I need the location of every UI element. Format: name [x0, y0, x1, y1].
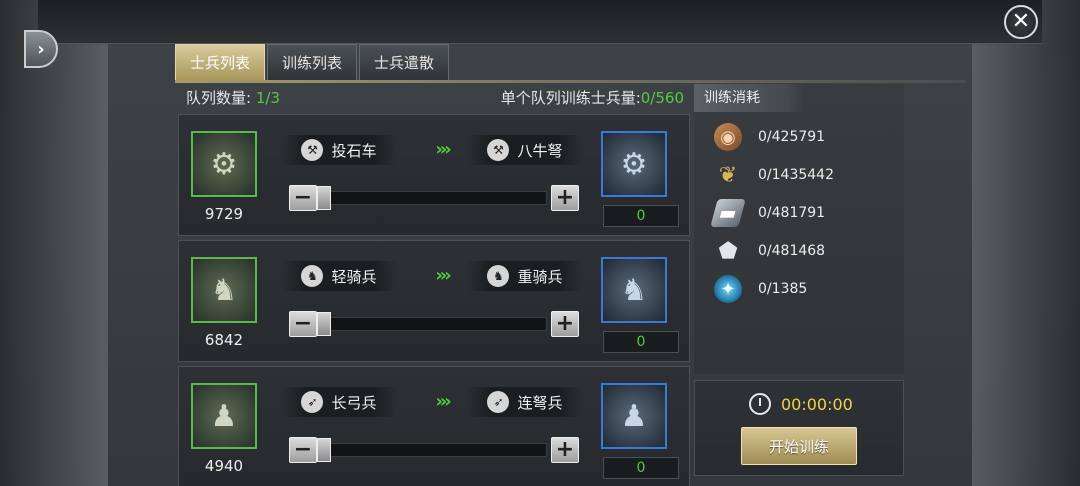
close-icon: ✕	[1011, 9, 1031, 34]
cavalry-type-icon: ♞	[487, 265, 510, 287]
stone-icon: ⬟	[718, 238, 738, 264]
cost-title: 训练消耗	[694, 84, 804, 112]
source-unit-count: 6842	[204, 331, 244, 349]
tab-underline	[175, 80, 965, 83]
decrease-button[interactable]: −	[289, 437, 317, 463]
slider-track[interactable]	[319, 191, 547, 205]
per-queue-label: 单个队列训练士兵量:	[500, 88, 641, 107]
source-unit-label: 投石车	[331, 141, 377, 160]
increase-button[interactable]: +	[551, 185, 579, 211]
cavalry-type-icon: ♞	[301, 265, 324, 287]
per-queue-count: 单个队列训练士兵量:0/560	[501, 87, 684, 108]
quantity-slider[interactable]: − +	[289, 437, 579, 465]
tab-training-list[interactable]: 训练列表	[267, 44, 358, 80]
upgrade-row-archer: ♟ 4940 ➶ 长弓兵 ››› ➶ 连弩兵 ♟ − + 0	[178, 366, 690, 486]
quantity-slider[interactable]: − +	[289, 311, 579, 339]
cost-item-wood: ◉ 0/425791	[714, 122, 825, 152]
top-banner	[38, 0, 1042, 44]
cost-item-grain: ❦ 0/1435442	[714, 160, 834, 190]
tab-soldier-list[interactable]: 士兵列表	[175, 44, 266, 80]
upgrade-row-siege: ⚙ 9729 ⚒ 投石车 ››› ⚒ 八牛弩 ⚙ − + 0	[178, 114, 690, 236]
increase-button[interactable]: +	[551, 437, 579, 463]
wood-icon: ◉	[714, 123, 742, 151]
slider-track[interactable]	[319, 317, 547, 331]
target-unit-name: ♞ 重骑兵	[467, 261, 583, 291]
source-unit-count: 4940	[204, 457, 244, 475]
iron-icon: ▬	[710, 199, 746, 227]
source-unit-name: ➶ 长弓兵	[281, 387, 397, 417]
grain-icon: ❦	[718, 162, 738, 188]
catapult-icon[interactable]: ⚙	[191, 131, 257, 197]
tab-bar: 士兵列表 训练列表 士兵遣散	[175, 44, 450, 80]
source-unit-label: 轻骑兵	[331, 267, 377, 286]
cost-value: 0/1435442	[758, 167, 834, 183]
target-unit-name: ➶ 连弩兵	[467, 387, 583, 417]
cost-value: 0/481791	[758, 205, 826, 221]
start-training-button[interactable]: 开始训练	[741, 427, 857, 465]
queue-count-value: 1/3	[255, 88, 280, 107]
decrease-button[interactable]: −	[289, 311, 317, 337]
target-unit-label: 连弩兵	[517, 393, 563, 412]
ballista-icon[interactable]: ⚙	[601, 131, 667, 197]
quantity-slider[interactable]: − +	[289, 185, 579, 213]
clock-icon	[749, 393, 771, 415]
upgrade-arrows-icon: ›››	[435, 391, 451, 412]
target-unit-label: 八牛弩	[517, 141, 563, 160]
close-button[interactable]: ✕	[1004, 5, 1038, 39]
cost-item-gem: ✦ 0/1385	[714, 274, 807, 304]
archer-type-icon: ➶	[301, 391, 324, 413]
slider-thumb[interactable]	[317, 312, 331, 336]
cost-value: 0/1385	[758, 281, 808, 297]
training-timer: 00:00:00	[749, 393, 853, 415]
crossbowman-icon[interactable]: ♟	[601, 383, 667, 449]
queue-count: 队列数量: 1/3	[186, 87, 280, 108]
source-unit-count: 9729	[204, 205, 244, 223]
training-cost-panel: 训练消耗 ◉ 0/425791 ❦ 0/1435442 ▬ 0/481791 ⬟…	[694, 84, 904, 374]
tab-soldier-dismiss[interactable]: 士兵遣散	[359, 44, 450, 80]
slider-thumb[interactable]	[317, 186, 331, 210]
cost-item-stone: ⬟ 0/481468	[714, 236, 825, 266]
decrease-button[interactable]: −	[289, 185, 317, 211]
longbowman-icon[interactable]: ♟	[191, 383, 257, 449]
source-unit-name: ⚒ 投石车	[281, 135, 397, 165]
queue-count-label: 队列数量:	[186, 88, 252, 107]
target-unit-name: ⚒ 八牛弩	[467, 135, 583, 165]
quantity-input[interactable]: 0	[603, 205, 679, 227]
quantity-input[interactable]: 0	[603, 331, 679, 353]
cost-value: 0/481468	[758, 243, 826, 259]
training-action-panel: 00:00:00 开始训练	[694, 380, 904, 476]
queue-info-bar: 队列数量: 1/3 单个队列训练士兵量:0/560	[178, 84, 690, 110]
source-unit-label: 长弓兵	[331, 393, 377, 412]
upgrade-arrows-icon: ›››	[435, 265, 451, 286]
source-unit-name: ♞ 轻骑兵	[281, 261, 397, 291]
cost-value: 0/425791	[758, 129, 826, 145]
increase-button[interactable]: +	[551, 311, 579, 337]
archer-type-icon: ➶	[487, 391, 510, 413]
gem-icon: ✦	[714, 275, 742, 303]
siege-type-icon: ⚒	[301, 139, 324, 161]
light-cavalry-icon[interactable]: ♞	[191, 257, 257, 323]
target-unit-label: 重骑兵	[517, 267, 563, 286]
heavy-cavalry-icon[interactable]: ♞	[601, 257, 667, 323]
siege-type-icon: ⚒	[487, 139, 510, 161]
chevron-right-icon: ›	[37, 38, 45, 60]
slider-thumb[interactable]	[317, 438, 331, 462]
upgrade-arrows-icon: ›››	[435, 139, 451, 160]
upgrade-row-cavalry: ♞ 6842 ♞ 轻骑兵 ››› ♞ 重骑兵 ♞ − + 0	[178, 240, 690, 362]
timer-value: 00:00:00	[781, 394, 853, 414]
slider-track[interactable]	[319, 443, 547, 457]
upgrade-rows: ⚙ 9729 ⚒ 投石车 ››› ⚒ 八牛弩 ⚙ − + 0 ♞ 6842 ♞ …	[178, 114, 690, 486]
cost-item-iron: ▬ 0/481791	[710, 198, 826, 228]
quantity-input[interactable]: 0	[603, 457, 679, 479]
per-queue-value: 0/560	[640, 88, 684, 107]
